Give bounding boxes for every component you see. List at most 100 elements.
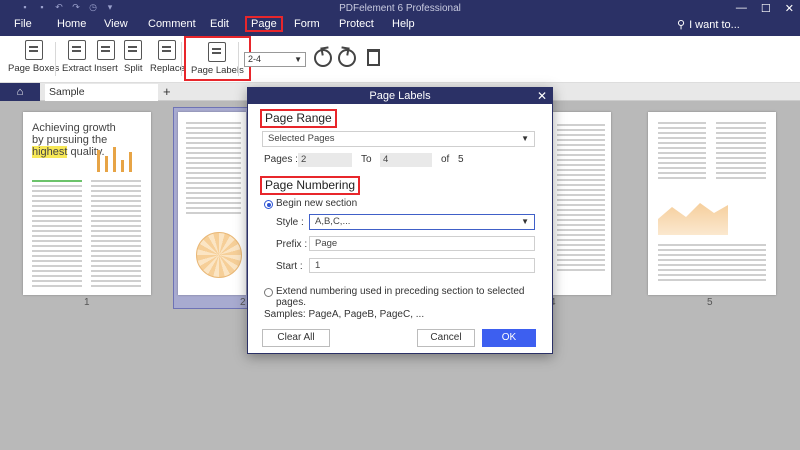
extend-numbering-radio[interactable] xyxy=(264,288,273,297)
thumbnail-headline-line1: Achieving growth xyxy=(32,122,116,134)
menu-form[interactable]: Form xyxy=(294,18,320,30)
page-thumbnail-5[interactable] xyxy=(648,112,776,295)
extract-icon xyxy=(67,40,86,60)
rotate-right-icon[interactable] xyxy=(338,49,356,67)
menu-home[interactable]: Home xyxy=(57,18,86,30)
thumbnail-text-lines xyxy=(186,122,241,217)
thumbnail-text-lines xyxy=(658,122,706,182)
start-input[interactable]: 1 xyxy=(309,258,535,273)
thumbnail-bar xyxy=(129,152,132,172)
dialog-title: Page Labels xyxy=(369,90,431,102)
menu-edit[interactable]: Edit xyxy=(210,18,229,30)
range-select[interactable]: Selected Pages ▼ xyxy=(262,131,535,147)
thumbnail-bar xyxy=(105,156,108,172)
document-tab[interactable]: Sample Documen...nded ✕ xyxy=(45,84,158,115)
samples-text: Samples: PageA, PageB, PageC, ... xyxy=(264,309,425,320)
page-thumbnail-1[interactable]: Achieving growth by pursuing the highest… xyxy=(23,112,151,295)
ribbon-divider xyxy=(181,42,182,76)
delete-icon[interactable] xyxy=(367,49,380,66)
lightbulb-icon: ⚲ xyxy=(677,19,686,31)
clear-all-button[interactable]: Clear All xyxy=(262,329,330,347)
page-range-heading: Page Range xyxy=(260,109,337,128)
thumbnail-text-lines xyxy=(716,122,766,182)
rotate-left-icon[interactable] xyxy=(314,49,332,67)
page-range-select[interactable]: 2-4 ▼ xyxy=(244,52,306,67)
insert-button[interactable]: Insert xyxy=(94,40,118,74)
menu-protect[interactable]: Protect xyxy=(339,18,374,30)
home-icon[interactable]: ⌂ xyxy=(0,83,40,101)
page-labels-button[interactable]: Page Labels xyxy=(184,36,251,81)
page-labels-icon xyxy=(208,42,227,62)
thumbnail-text-lines xyxy=(91,180,141,290)
page-number-1: 1 xyxy=(84,297,90,308)
chevron-down-icon: ▼ xyxy=(294,55,302,64)
title-bar: ▪ ▪ ↶ ↷ ◷ ▾ PDFelement 6 Professional — … xyxy=(0,0,800,36)
style-label: Style : xyxy=(276,217,304,228)
replace-icon xyxy=(158,40,177,60)
extract-button[interactable]: Extract xyxy=(62,40,92,74)
chevron-down-icon: ▼ xyxy=(521,217,529,226)
of-label: of xyxy=(441,154,450,165)
thumbnail-bar xyxy=(113,147,116,172)
replace-label: Replace xyxy=(150,63,185,74)
extract-label: Extract xyxy=(62,63,92,74)
window-controls: — ☐ ✕ xyxy=(736,2,794,15)
pages-label: Pages : xyxy=(264,154,298,165)
thumbnail-bar-chart xyxy=(95,142,143,172)
prefix-input[interactable]: Page xyxy=(309,236,535,251)
menu-file[interactable]: File xyxy=(14,18,32,30)
pages-from-input[interactable]: 2 xyxy=(298,153,352,167)
ribbon-toolbar: Page Boxes Extract Insert Split Replace … xyxy=(0,36,800,83)
menu-help[interactable]: Help xyxy=(392,18,415,30)
page-number-2: 2 xyxy=(240,297,246,308)
prefix-label: Prefix : xyxy=(276,239,308,250)
style-select[interactable]: A,B,C,... ▼ xyxy=(309,214,535,230)
split-label: Split xyxy=(124,63,143,74)
menu-view[interactable]: View xyxy=(104,18,128,30)
page-range-value: 2-4 xyxy=(248,54,262,64)
thumbnail-bar xyxy=(97,150,100,172)
thumbnail-area-chart xyxy=(658,203,728,235)
replace-button[interactable]: Replace xyxy=(150,40,185,74)
window-title: PDFelement 6 Professional xyxy=(339,3,461,14)
split-button[interactable]: Split xyxy=(124,40,142,74)
to-label: To xyxy=(361,154,372,165)
maximize-button[interactable]: ☐ xyxy=(761,2,771,15)
thumbnail-text-lines xyxy=(658,244,766,284)
pages-to-input[interactable]: 4 xyxy=(380,153,432,167)
page-boxes-label: Page Boxes xyxy=(8,63,60,74)
total-pages: 5 xyxy=(458,154,464,165)
thumbnail-text-lines xyxy=(557,124,605,274)
begin-new-section-radio[interactable] xyxy=(264,200,273,209)
ribbon-divider xyxy=(55,42,56,76)
dialog-header: Page Labels ✕ xyxy=(248,88,552,104)
page-thumbnail-2[interactable] xyxy=(178,112,246,295)
insert-label: Insert xyxy=(94,63,118,74)
search-help-label: I want to... xyxy=(689,19,740,31)
page-labels-dialog: Page Labels ✕ Page Range Selected Pages … xyxy=(247,87,553,354)
thumbnail-bar xyxy=(121,160,124,172)
range-select-value: Selected Pages xyxy=(268,133,335,144)
thumbnail-text-lines xyxy=(32,180,82,290)
add-tab-button[interactable]: + xyxy=(163,84,171,99)
minimize-button[interactable]: — xyxy=(736,2,747,15)
cancel-button[interactable]: Cancel xyxy=(417,329,475,347)
page-boxes-button[interactable]: Page Boxes xyxy=(8,40,59,74)
page-labels-label: Page Labels xyxy=(191,65,244,76)
close-window-button[interactable]: ✕ xyxy=(785,2,794,15)
crop-icon xyxy=(24,40,43,60)
insert-icon xyxy=(96,40,115,60)
page-thumbnail-4[interactable] xyxy=(553,112,611,295)
search-help[interactable]: ⚲ I want to... xyxy=(677,18,740,31)
menu-comment[interactable]: Comment xyxy=(148,18,196,30)
split-icon xyxy=(124,40,143,60)
menu-page[interactable]: Page xyxy=(245,16,283,32)
dialog-close-button[interactable]: ✕ xyxy=(537,88,547,104)
ok-button[interactable]: OK xyxy=(482,329,536,347)
extend-numbering-label: Extend numbering used in preceding secti… xyxy=(276,286,525,308)
thumbnail-pie-chart xyxy=(196,232,242,278)
page-numbering-heading: Page Numbering xyxy=(260,176,361,195)
page-number-5: 5 xyxy=(707,297,713,308)
start-label: Start : xyxy=(276,261,303,272)
ribbon-divider xyxy=(238,42,239,76)
